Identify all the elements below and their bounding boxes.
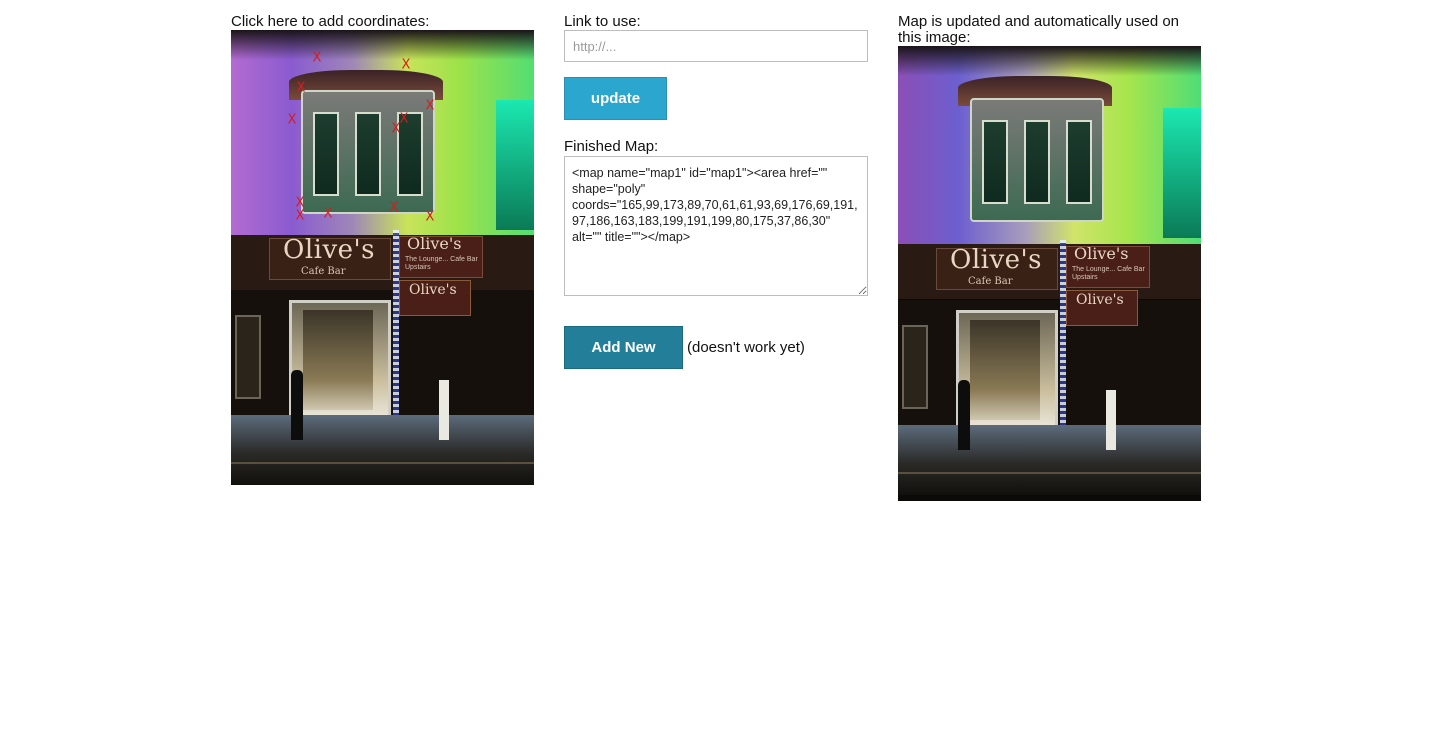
hang-sign-text: Olive's	[409, 282, 457, 298]
sign-right-text: Olive's	[407, 234, 462, 253]
sign-right-text: Olive's	[1074, 244, 1129, 263]
preview-image-map[interactable]: Olive's Cafe Bar Olive's The Lounge... C…	[898, 46, 1201, 501]
coordinate-picker-column: Click here to add coordinates: Olive's C…	[231, 14, 535, 485]
sign-main-sub: Cafe Bar	[968, 276, 1013, 287]
add-new-note: (doesn't work yet)	[687, 339, 805, 356]
coordinate-picker-image[interactable]: Olive's Cafe Bar Olive's The Lounge... C…	[231, 30, 534, 485]
sign-main-text: Olive's	[283, 235, 376, 265]
map-builder-column: Link to use: update Finished Map: Add Ne…	[564, 14, 868, 369]
finished-map-label: Finished Map:	[564, 138, 659, 155]
hang-sign-text: Olive's	[1076, 292, 1124, 308]
add-new-row: Add New (doesn't work yet)	[564, 326, 868, 369]
sign-right-sub: The Lounge... Cafe Bar Upstairs	[1072, 266, 1145, 281]
sign-right-sub: The Lounge... Cafe Bar Upstairs	[405, 256, 478, 271]
update-button[interactable]: update	[564, 77, 667, 120]
sign-main-text: Olive's	[950, 245, 1043, 275]
finished-map-code[interactable]	[564, 156, 868, 296]
sign-main-sub: Cafe Bar	[301, 266, 346, 277]
preview-column: Map is updated and automatically used on…	[898, 14, 1202, 501]
link-label: Link to use:	[564, 13, 641, 30]
preview-label: Map is updated and automatically used on…	[898, 13, 1180, 46]
add-new-button[interactable]: Add New	[564, 326, 683, 369]
coordinate-picker-label: Click here to add coordinates:	[231, 13, 430, 30]
link-input[interactable]	[564, 30, 868, 62]
